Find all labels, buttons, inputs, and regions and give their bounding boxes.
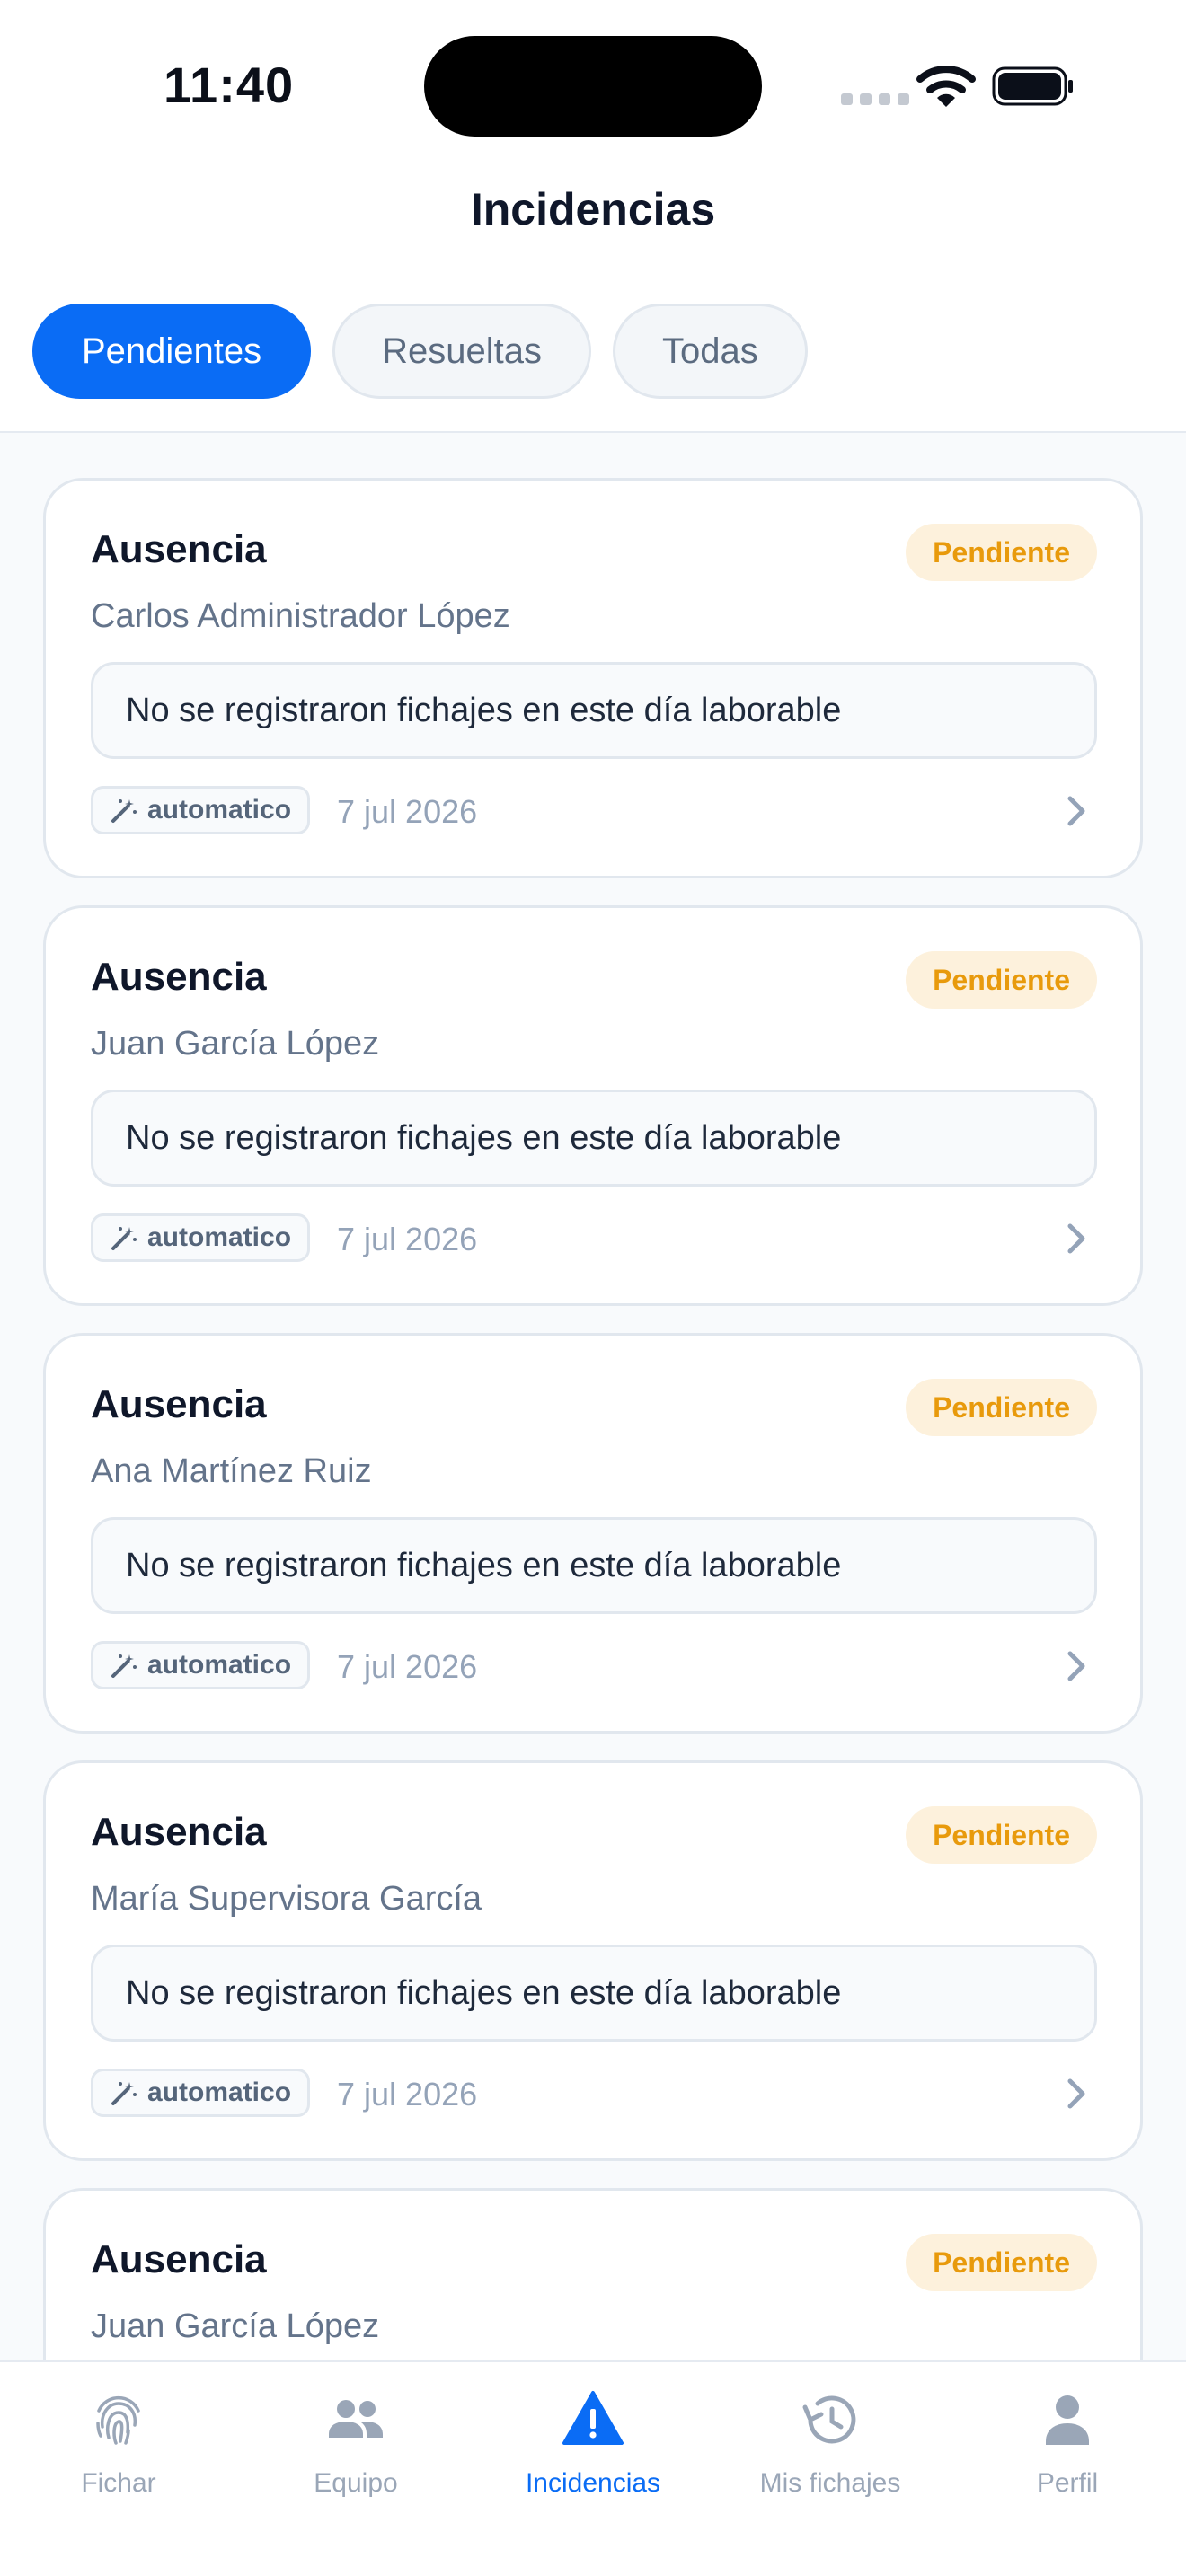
chevron-right-icon bbox=[1067, 796, 1085, 826]
nav-label: Equipo bbox=[314, 2468, 398, 2498]
incident-date: 7 jul 2026 bbox=[337, 793, 478, 830]
origin-tag: automatico bbox=[91, 1641, 311, 1689]
employee-name: Juan García López bbox=[91, 1025, 380, 1063]
tab-resueltas[interactable]: Resueltas bbox=[332, 304, 592, 399]
magic-wand-icon bbox=[111, 799, 137, 823]
chevron-right-icon bbox=[1067, 1651, 1085, 1681]
status-badge: Pendiente bbox=[906, 951, 1097, 1009]
magic-wand-icon bbox=[111, 1654, 137, 1678]
status-badge: Pendiente bbox=[906, 1379, 1097, 1436]
incident-card[interactable]: Ausencia Pendiente Carlos Administrador … bbox=[43, 478, 1143, 878]
status-badge: Pendiente bbox=[906, 524, 1097, 581]
nav-item-equipo[interactable]: Equipo bbox=[237, 2362, 474, 2576]
incident-type: Ausencia bbox=[91, 2237, 267, 2281]
incident-type: Ausencia bbox=[91, 527, 267, 571]
incident-card[interactable]: Ausencia Pendiente María Supervisora Gar… bbox=[43, 1760, 1143, 2161]
tab-pendientes[interactable]: Pendientes bbox=[32, 304, 312, 399]
incident-card[interactable]: Ausencia Pendiente Juan García López No … bbox=[43, 905, 1143, 1306]
origin-tag: automatico bbox=[91, 2069, 311, 2117]
nav-item-fichar[interactable]: Fichar bbox=[0, 2362, 237, 2576]
nav-item-mis-fichajes[interactable]: Mis fichajes bbox=[712, 2362, 949, 2576]
origin-label: automatico bbox=[147, 795, 292, 825]
employee-name: Ana Martínez Ruiz bbox=[91, 1452, 372, 1490]
origin-label: automatico bbox=[147, 1650, 292, 1680]
employee-name: Juan García López bbox=[91, 2307, 380, 2345]
person-icon bbox=[1046, 2395, 1089, 2445]
nav-label: Fichar bbox=[81, 2468, 156, 2498]
origin-label: automatico bbox=[147, 1222, 292, 1252]
nav-label: Incidencias bbox=[525, 2468, 661, 2498]
page-title: Incidencias bbox=[470, 184, 716, 234]
incident-description: No se registraron fichajes en este día l… bbox=[91, 662, 1097, 759]
origin-label: automatico bbox=[147, 2078, 292, 2107]
chevron-right-icon bbox=[1067, 2078, 1085, 2109]
status-badge: Pendiente bbox=[906, 2234, 1097, 2291]
fingerprint-icon bbox=[96, 2395, 140, 2445]
incident-type: Ausencia bbox=[91, 1810, 267, 1854]
employee-name: María Supervisora García bbox=[91, 1880, 482, 1918]
cellular-signal-icon bbox=[841, 93, 909, 105]
incident-description: No se registraron fichajes en este día l… bbox=[91, 1517, 1097, 1614]
employee-name: Carlos Administrador López bbox=[91, 597, 510, 635]
incident-date: 7 jul 2026 bbox=[337, 2076, 478, 2113]
wifi-icon bbox=[916, 66, 976, 107]
nav-label: Perfil bbox=[1036, 2468, 1099, 2498]
incident-date: 7 jul 2026 bbox=[337, 1221, 478, 1257]
dynamic-island bbox=[424, 36, 762, 137]
status-badge: Pendiente bbox=[906, 1806, 1097, 1864]
chevron-right-icon bbox=[1067, 1223, 1085, 1254]
incident-type: Ausencia bbox=[91, 1382, 267, 1426]
magic-wand-icon bbox=[111, 1227, 137, 1250]
header-area: 11:40 Incidencias Pendientes Resueltas T… bbox=[0, 0, 1186, 433]
incident-date: 7 jul 2026 bbox=[337, 1648, 478, 1685]
team-icon bbox=[329, 2400, 383, 2438]
warning-icon bbox=[562, 2391, 624, 2445]
incident-description: No se registraron fichajes en este día l… bbox=[91, 1945, 1097, 2042]
magic-wand-icon bbox=[111, 2082, 137, 2105]
incidencias-screen: 11:40 Incidencias Pendientes Resueltas T… bbox=[0, 0, 1186, 2576]
tab-todas[interactable]: Todas bbox=[613, 304, 808, 399]
nav-item-incidencias[interactable]: Incidencias bbox=[474, 2362, 712, 2576]
battery-icon bbox=[992, 66, 1073, 106]
nav-label: Mis fichajes bbox=[759, 2468, 901, 2498]
nav-item-perfil[interactable]: Perfil bbox=[949, 2362, 1186, 2576]
incident-type: Ausencia bbox=[91, 955, 267, 999]
origin-tag: automatico bbox=[91, 786, 311, 834]
history-icon bbox=[802, 2395, 856, 2444]
incident-description: No se registraron fichajes en este día l… bbox=[91, 1090, 1097, 1187]
origin-tag: automatico bbox=[91, 1213, 311, 1262]
status-time: 11:40 bbox=[164, 57, 295, 113]
filter-tabs: Pendientes Resueltas Todas bbox=[32, 304, 808, 399]
incident-card[interactable]: Ausencia Pendiente Ana Martínez Ruiz No … bbox=[43, 1333, 1143, 1734]
bottom-nav: Fichar Equipo Incidencias Mis fichajes P… bbox=[0, 2360, 1186, 2576]
